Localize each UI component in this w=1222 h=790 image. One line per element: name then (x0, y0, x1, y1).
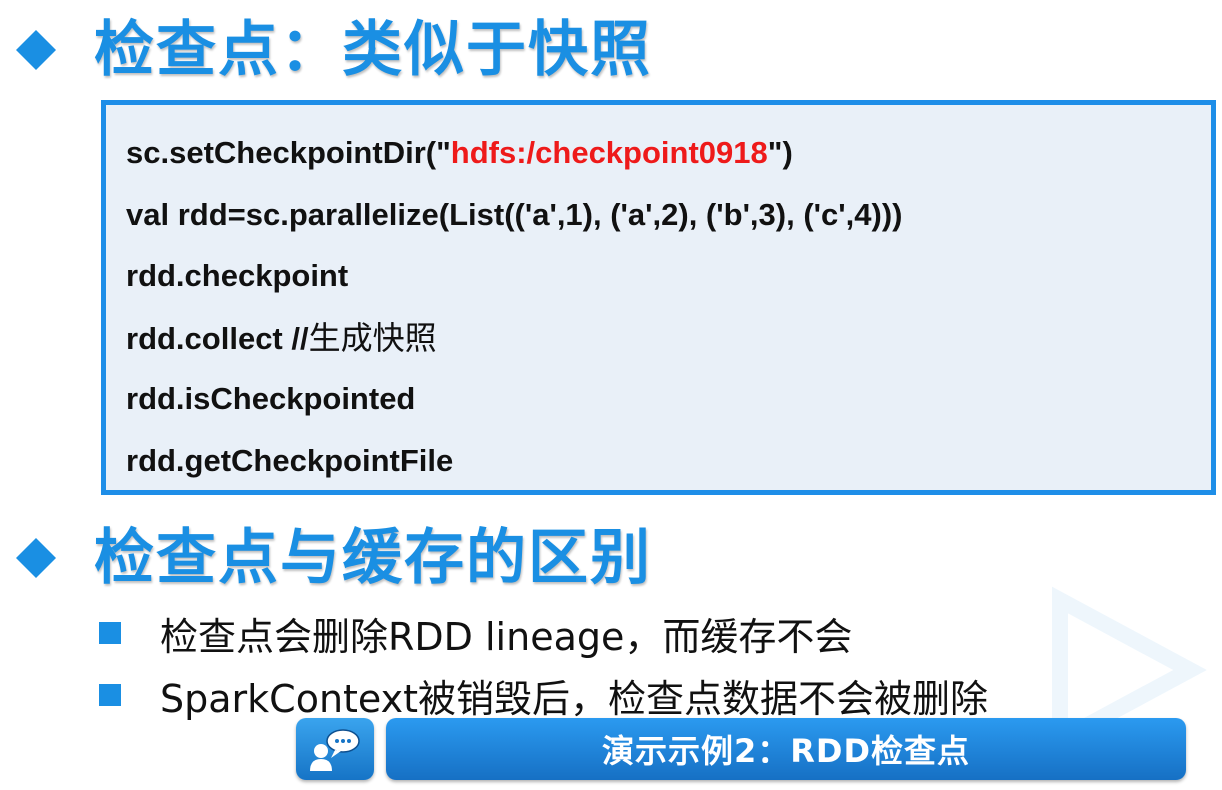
code-line-4: rdd.collect //生成快照 (126, 316, 1211, 378)
bullet-text: 检查点会删除RDD lineage，而缓存不会 (160, 614, 853, 659)
bullet-list: 检查点会删除RDD lineage，而缓存不会 SparkContext被销毁后… (99, 602, 988, 726)
code-text: sc.setCheckpointDir(" (126, 135, 451, 170)
section-title: 检查点与缓存的区别 (94, 523, 652, 593)
square-bullet-icon (99, 684, 121, 706)
code-line-1: sc.setCheckpointDir("hdfs:/checkpoint091… (126, 131, 1211, 193)
code-line-3: rdd.checkpoint (126, 258, 349, 293)
diamond-bullet-icon (14, 536, 58, 580)
square-bullet-icon (99, 622, 121, 644)
code-line-2: val rdd=sc.parallelize(List(('a',1), ('a… (126, 196, 903, 232)
demo-label: 演示示例2：RDD检查点 (601, 732, 971, 770)
code-line-5: rdd.isCheckpointed (126, 381, 416, 416)
list-item: 检查点会删除RDD lineage，而缓存不会 (99, 602, 988, 664)
code-line-6: rdd.getCheckpointFile (126, 442, 454, 478)
code-text: ") (767, 135, 793, 170)
bullet-text: SparkContext被销毁后，检查点数据不会被删除 (160, 676, 989, 721)
section-heading-difference: 检查点与缓存的区别 (14, 522, 652, 594)
diamond-bullet-icon (14, 28, 58, 72)
code-comment: 生成快照 (308, 318, 437, 357)
demo-example-button[interactable]: 演示示例2：RDD检查点 (386, 718, 1186, 780)
section-heading-checkpoint: 检查点：类似于快照 (14, 14, 652, 86)
code-path-highlight: hdfs:/checkpoint0918 (450, 135, 768, 170)
chat-person-icon[interactable] (296, 718, 374, 780)
section-title: 检查点：类似于快照 (94, 15, 652, 85)
code-text: rdd.collect // (126, 320, 309, 356)
list-item: SparkContext被销毁后，检查点数据不会被删除 (99, 664, 988, 726)
code-block: sc.setCheckpointDir("hdfs:/checkpoint091… (101, 100, 1216, 495)
